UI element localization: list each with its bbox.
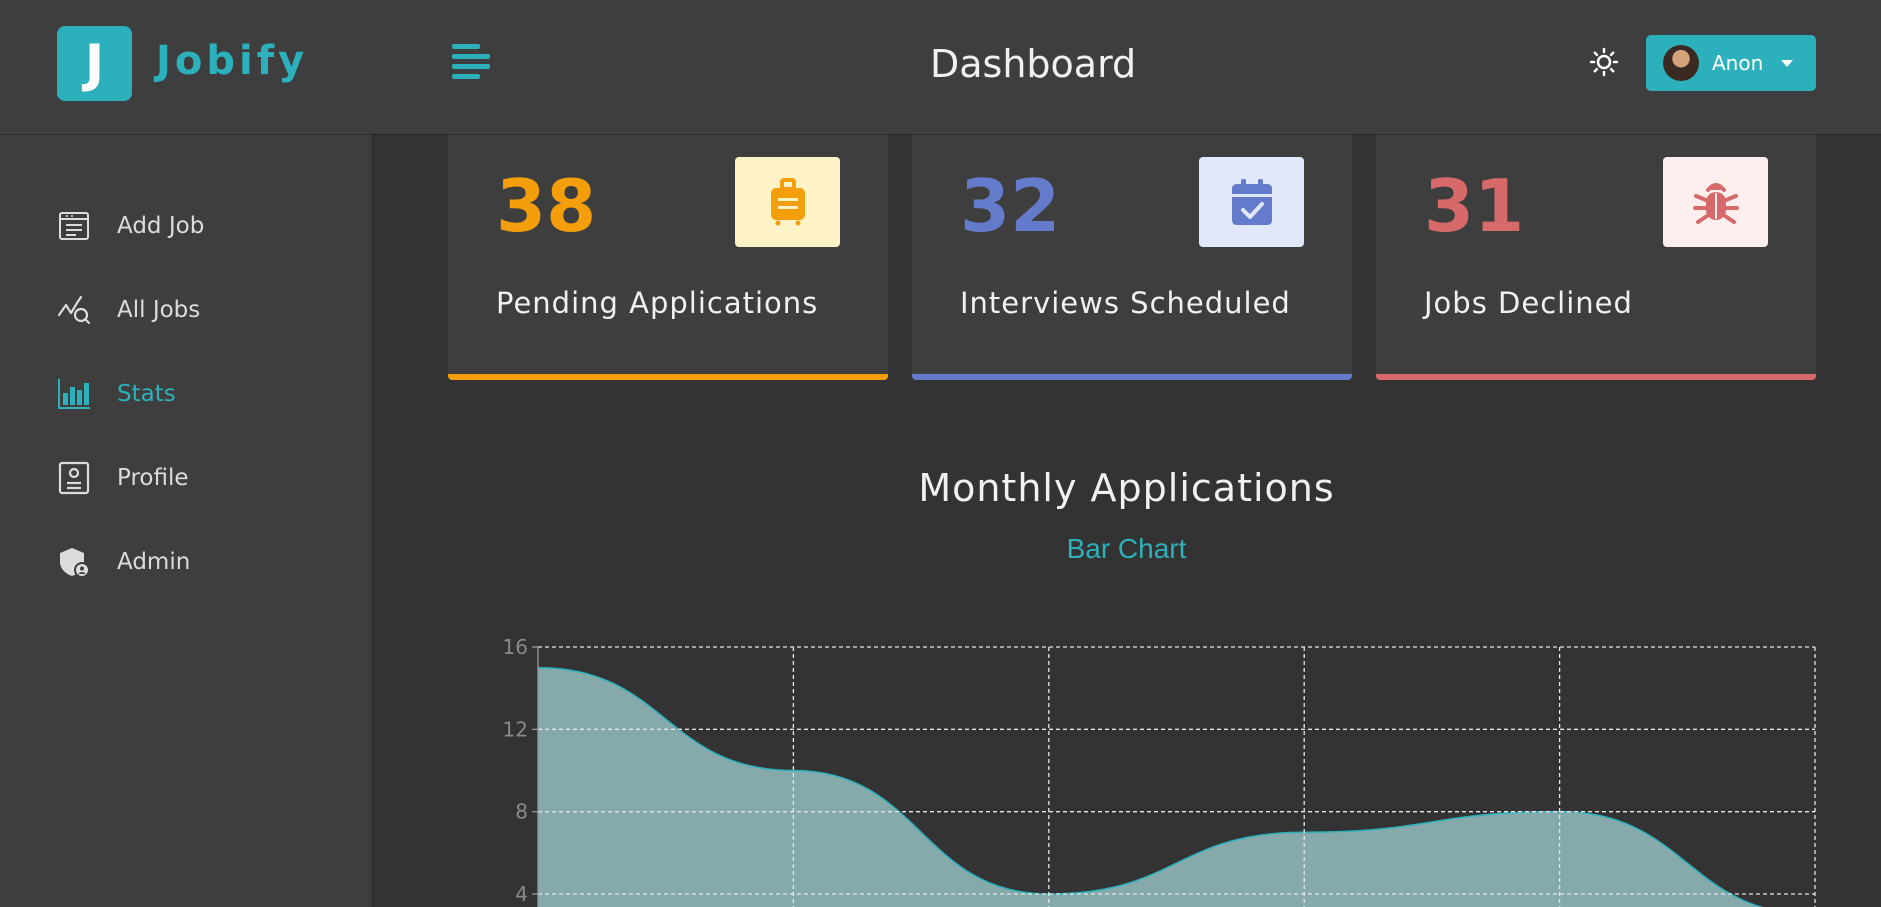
sidebar-item-label: Add Job xyxy=(117,213,205,239)
sidebar-item-admin[interactable]: Admin xyxy=(57,542,190,582)
add-job-icon xyxy=(57,209,91,243)
stat-count: 32 xyxy=(960,164,1061,248)
stat-count: 31 xyxy=(1424,164,1525,248)
avatar xyxy=(1663,45,1699,81)
profile-icon xyxy=(57,461,91,495)
logo-text: Jobify xyxy=(156,38,309,84)
theme-toggle-icon[interactable] xyxy=(1589,47,1619,77)
sidebar-item-all-jobs[interactable]: All Jobs xyxy=(57,290,200,330)
page-title: Dashboard xyxy=(930,42,1137,86)
sidebar-item-label: Stats xyxy=(117,381,176,407)
stat-count: 38 xyxy=(496,164,597,248)
stats-icon xyxy=(57,377,91,411)
sidebar-item-profile[interactable]: Profile xyxy=(57,458,189,498)
stat-title: Jobs Declined xyxy=(1424,286,1633,320)
sidebar-item-label: All Jobs xyxy=(117,297,201,323)
stat-title: Pending Applications xyxy=(496,286,819,320)
stat-card-pending: 38 Pending Applications xyxy=(448,134,888,380)
calendar-check-icon xyxy=(1199,157,1304,247)
top-navbar: J Jobify Dashboard Anon xyxy=(0,0,1881,134)
sidebar-item-label: Admin xyxy=(117,549,191,575)
sidebar-item-label: Profile xyxy=(117,465,189,491)
chart-area xyxy=(538,667,1762,907)
stat-card-declined: 31 Jobs Declined xyxy=(1376,134,1816,380)
logo-mark: J xyxy=(57,26,132,101)
sidebar-toggle-button[interactable] xyxy=(452,44,492,84)
chart-type-toggle[interactable]: Bar Chart xyxy=(372,533,1881,565)
sidebar: Add Job All Jobs Stats Profile Admin xyxy=(0,134,373,907)
user-menu-button[interactable]: Anon xyxy=(1646,35,1816,91)
user-name: Anon xyxy=(1712,51,1764,75)
y-tick-label: 8 xyxy=(515,800,528,824)
stat-title: Interviews Scheduled xyxy=(960,286,1291,320)
y-tick-label: 16 xyxy=(503,635,528,659)
suitcase-icon xyxy=(735,157,840,247)
caret-down-icon xyxy=(1781,59,1794,67)
admin-icon xyxy=(57,545,91,579)
stat-card-interviews: 32 Interviews Scheduled xyxy=(912,134,1352,380)
sidebar-item-add-job[interactable]: Add Job xyxy=(57,206,204,246)
sidebar-item-stats[interactable]: Stats xyxy=(57,374,176,414)
all-jobs-icon xyxy=(57,293,91,327)
bug-icon xyxy=(1663,157,1768,247)
monthly-applications-chart: 16 12 8 4 xyxy=(503,635,1816,907)
chart-title: Monthly Applications xyxy=(918,466,1335,510)
y-tick-label: 4 xyxy=(515,882,528,906)
y-tick-label: 12 xyxy=(503,717,528,741)
